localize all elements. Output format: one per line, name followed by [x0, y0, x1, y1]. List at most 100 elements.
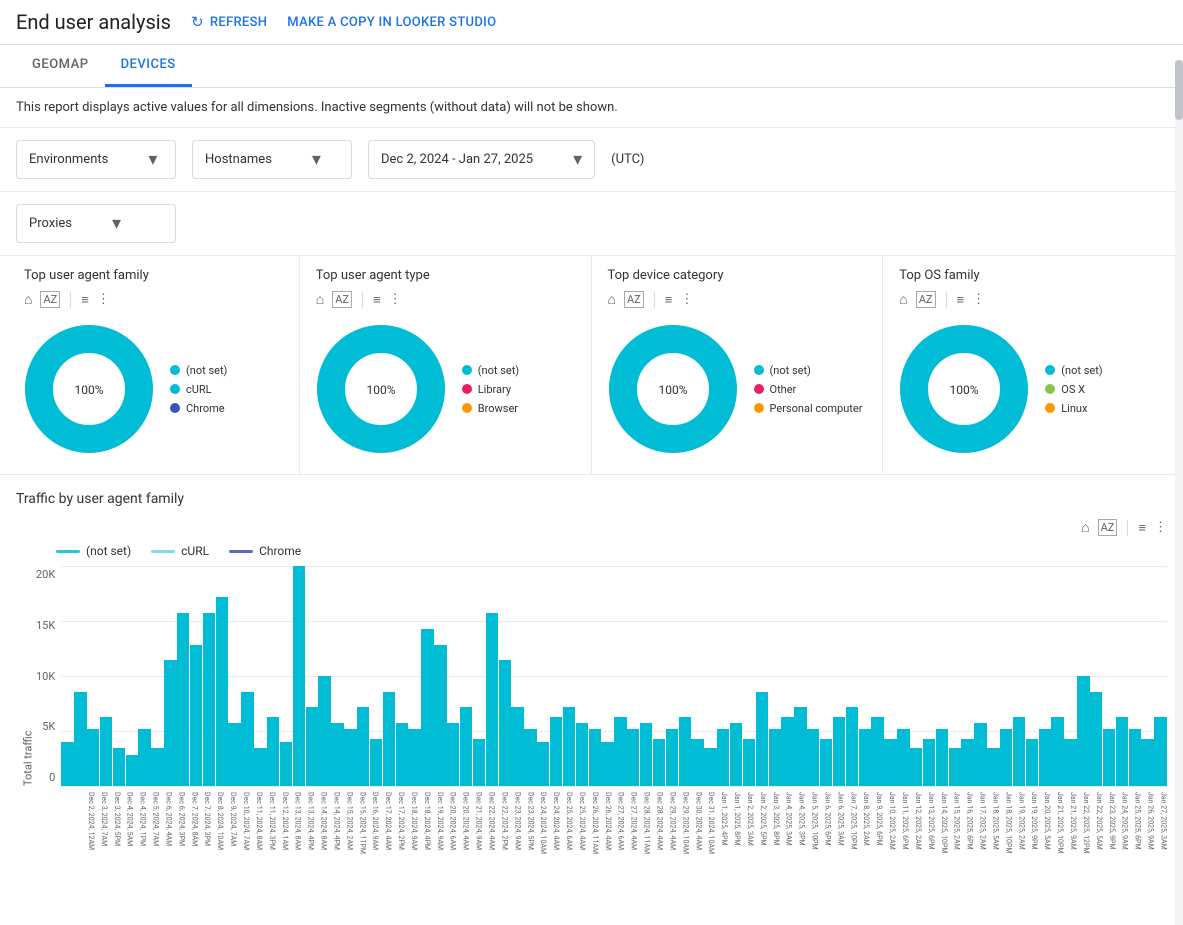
x-label: Jan 2, 2025, 5PM [754, 788, 767, 878]
tab-geomap[interactable]: GEOMAP [16, 45, 105, 87]
x-label: Jan 20, 2025, 5AM [1038, 788, 1051, 878]
bar [486, 613, 498, 786]
legend-label: (not set) [1061, 364, 1102, 377]
x-label: Dec 6, 2024, 3PM [172, 788, 185, 878]
bar [833, 717, 845, 786]
legend-dot [462, 384, 472, 394]
bar [1039, 729, 1051, 786]
bar [511, 707, 523, 786]
bar [254, 748, 266, 786]
donut-container: 100% (not set) OS X Linux [899, 316, 1159, 462]
home-icon[interactable]: ⌂ [316, 291, 324, 308]
bar [781, 717, 793, 786]
svg-text:100%: 100% [950, 383, 979, 397]
x-label: Dec 28, 2024, 4AM [651, 788, 664, 878]
chart-toolbar: ⌂ AZ ≡ ⋮ [608, 291, 867, 308]
x-label: Dec 26, 2024, 11AM [586, 788, 599, 878]
x-label: Dec 13, 2024, 4PM [302, 788, 315, 878]
scrollbar-track[interactable] [1175, 60, 1183, 925]
legend-color [151, 550, 175, 553]
bar [524, 729, 536, 786]
donut-container: 100% (not set) Library Browser [316, 316, 575, 462]
bar [151, 748, 163, 786]
legend-item: Personal computer [754, 402, 863, 415]
chart-title: Top user agent family [24, 268, 283, 283]
environments-filter[interactable]: Environments ▾ [16, 140, 176, 179]
x-label: Dec 23, 2024, 9AM [508, 788, 521, 878]
legend-dot [170, 384, 180, 394]
filter-icon[interactable]: ≡ [1138, 520, 1146, 536]
az-sort-icon[interactable]: AZ [332, 291, 352, 308]
chevron-down-icon: ▾ [112, 213, 121, 234]
legend-label: Chrome [186, 402, 225, 415]
x-label: Dec 18, 2024, 9AM [405, 788, 418, 878]
x-label: Dec 15, 2024, 11PM [353, 788, 366, 878]
home-icon[interactable]: ⌂ [1081, 519, 1089, 536]
bar [74, 692, 86, 786]
info-text: This report displays active values for a… [16, 100, 618, 115]
chart-toolbar: ⌂ AZ ≡ ⋮ [24, 291, 283, 308]
bar [447, 723, 459, 786]
x-label: Dec 4, 2024, 1PM [134, 788, 147, 878]
chart-legend: (not set) cURL Chrome [170, 364, 227, 415]
bar [1154, 717, 1166, 786]
legend-label: Personal computer [770, 402, 863, 415]
bar [203, 613, 215, 786]
legend-dot [462, 365, 472, 375]
divider [1127, 520, 1128, 536]
more-icon[interactable]: ⋮ [97, 292, 110, 307]
info-bar: This report displays active values for a… [0, 88, 1183, 128]
bar [910, 748, 922, 786]
bar [473, 739, 485, 786]
bar [923, 739, 935, 786]
filter-icon[interactable]: ≡ [957, 292, 965, 308]
proxies-filter[interactable]: Proxies ▾ [16, 204, 176, 243]
x-label: Jan 6, 2025, 3AM [831, 788, 844, 878]
bar [1141, 739, 1153, 786]
legend-item: (not set) [1045, 364, 1102, 377]
refresh-button[interactable]: ↻ REFRESH [191, 13, 267, 31]
az-sort-icon[interactable]: AZ [40, 291, 60, 308]
x-label: Dec 24, 2024, 4AM [547, 788, 560, 878]
x-label: Dec 31, 2024, 10AM [702, 788, 715, 878]
bar [241, 692, 253, 786]
chart-legend: (not set) OS X Linux [1045, 364, 1102, 415]
environments-label: Environments [29, 152, 108, 167]
bar [807, 729, 819, 786]
filter-icon[interactable]: ≡ [373, 292, 381, 308]
az-sort-icon[interactable]: AZ [916, 291, 936, 308]
az-sort-icon[interactable]: AZ [1098, 519, 1118, 536]
x-label: Jan 4, 2025, 3AM [780, 788, 793, 878]
donut-container: 100% (not set) cURL Chrome [24, 316, 283, 462]
more-icon[interactable]: ⋮ [389, 292, 402, 307]
scrollbar-thumb[interactable] [1175, 60, 1183, 120]
bar [190, 645, 202, 786]
date-range-filter[interactable]: Dec 2, 2024 - Jan 27, 2025 ▾ [368, 140, 595, 179]
home-icon[interactable]: ⌂ [608, 291, 616, 308]
filters-row-1: Environments ▾ Hostnames ▾ Dec 2, 2024 -… [0, 128, 1183, 192]
more-icon[interactable]: ⋮ [680, 292, 693, 307]
filter-icon[interactable]: ≡ [665, 292, 673, 308]
legend-label: Linux [1061, 402, 1087, 415]
tab-devices[interactable]: DEVICES [105, 45, 192, 87]
more-icon[interactable]: ⋮ [972, 292, 985, 307]
x-label: Dec 5, 2024, 7AM [147, 788, 160, 878]
hostnames-filter[interactable]: Hostnames ▾ [192, 140, 352, 179]
home-icon[interactable]: ⌂ [24, 291, 32, 308]
filter-icon[interactable]: ≡ [81, 292, 89, 308]
x-axis-labels: Dec 2, 2024, 12AMDec 3, 2024, 7AMDec 3, … [16, 788, 1167, 878]
home-icon[interactable]: ⌂ [899, 291, 907, 308]
bar [421, 629, 433, 786]
x-label: Jan 3, 2025, 8PM [767, 788, 780, 878]
legend-label: (not set) [86, 544, 131, 558]
x-label: Jan 13, 2025, 6PM [922, 788, 935, 878]
copy-looker-button[interactable]: MAKE A COPY IN LOOKER STUDIO [287, 15, 496, 30]
az-sort-icon[interactable]: AZ [624, 291, 644, 308]
charts-grid: Top user agent family ⌂ AZ ≡ ⋮ 100% (not… [0, 255, 1183, 474]
more-icon[interactable]: ⋮ [1154, 520, 1167, 535]
bar [743, 739, 755, 786]
x-label: Dec 30, 2024, 4AM [689, 788, 702, 878]
bar [537, 742, 549, 786]
bar [228, 723, 240, 786]
x-label: Dec 16, 2024, 9AM [366, 788, 379, 878]
